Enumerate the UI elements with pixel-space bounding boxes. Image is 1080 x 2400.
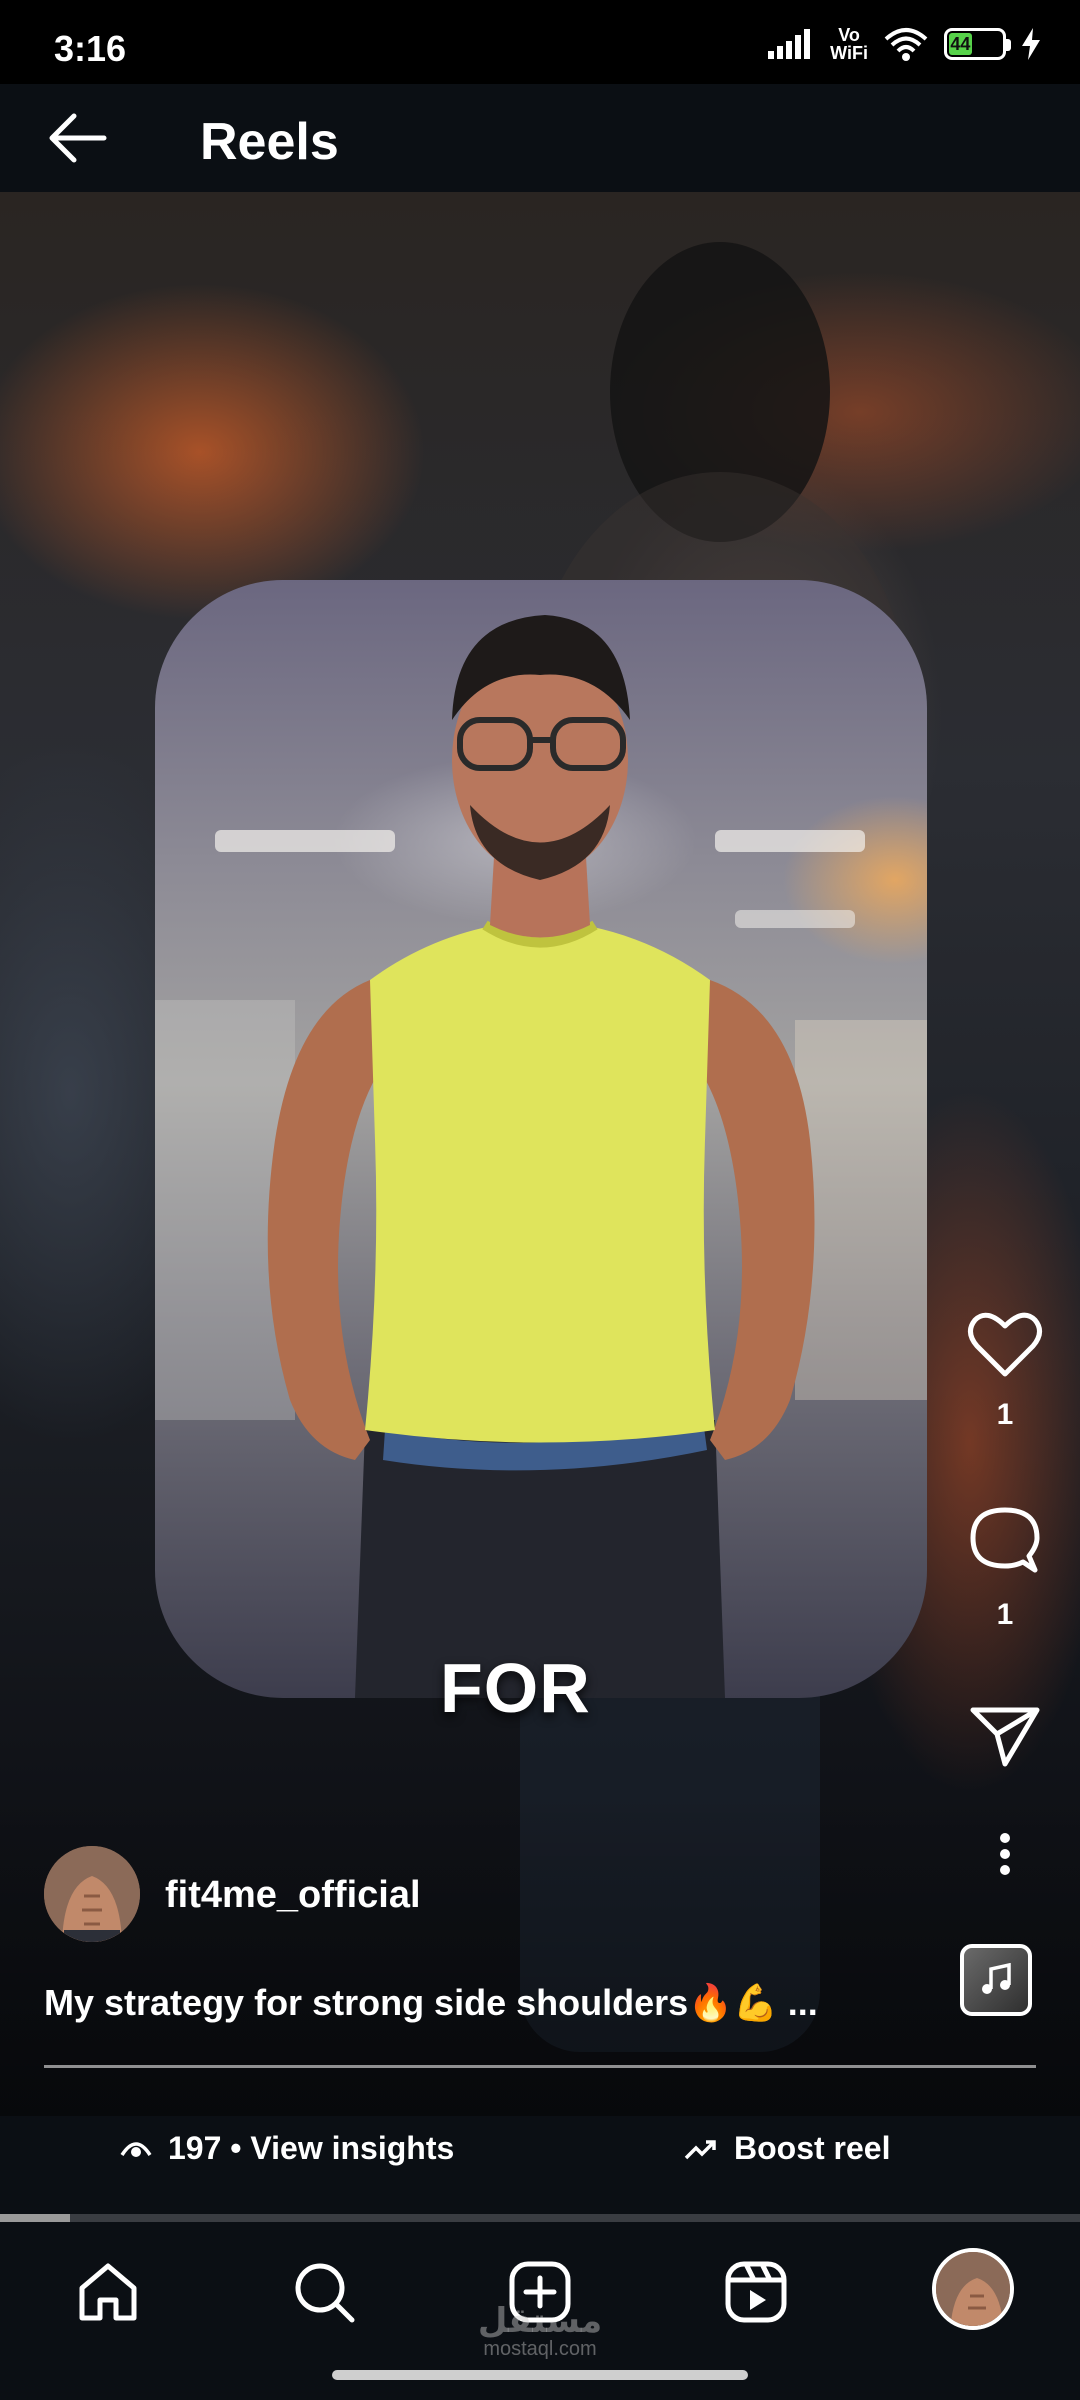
wifi-icon — [884, 28, 928, 61]
home-indicator[interactable] — [332, 2370, 748, 2380]
reel-progress-fill — [0, 2214, 71, 2222]
more-vertical-icon[interactable] — [999, 1832, 1011, 1876]
reel-overlay-text: FOR — [440, 1649, 591, 1727]
charging-icon — [1022, 28, 1040, 60]
signal-icon — [768, 29, 811, 59]
status-time: 3:16 — [54, 28, 127, 69]
like-count: 1 — [996, 1398, 1014, 1431]
vowifi-top: Vo — [838, 25, 860, 45]
watermark: مستقل mostaql.com — [470, 2304, 610, 2360]
profile-avatar-image — [936, 2252, 1010, 2326]
battery-cap — [1006, 39, 1011, 51]
reels-icon — [725, 2261, 787, 2323]
comment-icon[interactable] — [967, 1504, 1043, 1580]
trending-up-icon — [684, 2139, 716, 2159]
boost-label: Boost reel — [734, 2130, 891, 2166]
reel-progress[interactable] — [0, 2214, 1080, 2222]
search-icon — [295, 2263, 355, 2323]
status-bar: 3:16 Vo WiFi 44 — [0, 0, 1080, 84]
battery-level: 44 — [949, 33, 972, 55]
vowifi-bottom: WiFi — [830, 43, 868, 63]
comment-action[interactable]: 1 — [930, 1504, 1080, 1632]
page-title: Reels — [200, 113, 339, 171]
bottom-nav: مستقل mostaql.com — [0, 2222, 1080, 2400]
author-avatar[interactable] — [44, 1846, 140, 1942]
caption-divider — [44, 2065, 1036, 2068]
home-icon — [79, 2263, 137, 2321]
video-card[interactable] — [155, 580, 927, 1698]
battery-icon: 44 — [944, 28, 1011, 60]
vowifi-label: Vo WiFi — [830, 26, 868, 62]
reel-caption[interactable]: My strategy for strong side shoulders🔥💪 … — [44, 1982, 818, 2024]
eye-icon — [120, 2141, 152, 2157]
view-insights-button[interactable]: 197 • View insights — [120, 2130, 454, 2167]
person-figure — [155, 615, 927, 1698]
author-username[interactable]: fit4me_official — [165, 1874, 421, 1917]
insights-label: 197 • View insights — [168, 2130, 455, 2166]
share-action[interactable] — [930, 1704, 1080, 1768]
arrow-left-icon[interactable] — [44, 110, 108, 166]
music-thumbnail[interactable] — [960, 1944, 1032, 2016]
heart-icon[interactable] — [967, 1310, 1043, 1380]
top-bar: Reels — [0, 84, 1080, 192]
watermark-domain: mostaql.com — [483, 2338, 597, 2360]
watermark-arabic: مستقل — [477, 2302, 603, 2340]
more-action[interactable] — [930, 1832, 1080, 1876]
nav-home[interactable] — [68, 2252, 148, 2332]
nav-profile-avatar[interactable] — [932, 2248, 1014, 2330]
comment-count: 1 — [996, 1598, 1014, 1631]
status-icons: Vo WiFi 44 — [768, 24, 1040, 64]
like-action[interactable]: 1 — [930, 1310, 1080, 1432]
music-note-icon — [982, 1963, 1011, 1994]
nav-search[interactable] — [284, 2252, 364, 2332]
avatar-image — [44, 1846, 140, 1942]
send-icon[interactable] — [969, 1704, 1041, 1768]
nav-reels[interactable] — [716, 2252, 796, 2332]
boost-reel-button[interactable]: Boost reel — [684, 2130, 890, 2167]
insights-row: 197 • View insights Boost reel — [0, 2116, 1080, 2218]
